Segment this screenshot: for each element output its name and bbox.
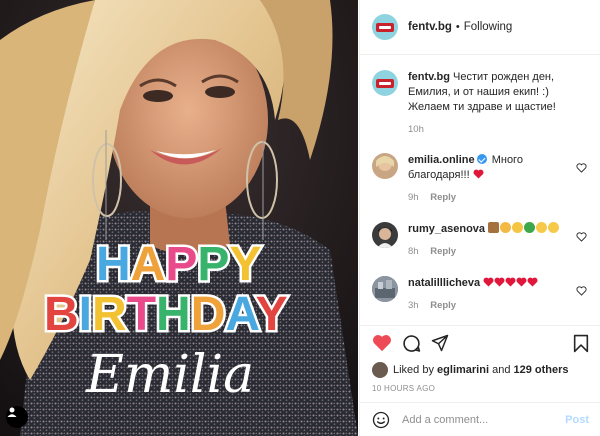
reply-button[interactable]: Reply — [430, 300, 456, 311]
caption-time[interactable]: 10h — [408, 124, 424, 135]
post-actions: Liked by eglimarini and 129 others 10 HO… — [360, 325, 600, 436]
like-comment-heart-icon[interactable] — [576, 163, 587, 173]
headline-letter: H — [156, 288, 191, 341]
reply-button[interactable]: Reply — [430, 246, 456, 257]
headline-letter: H — [96, 238, 131, 291]
caption-avatar[interactable] — [372, 70, 398, 96]
hands-emoji-icon — [500, 222, 512, 233]
post-photo[interactable]: HAPPY BIRTHDAY Emilia — [0, 0, 358, 436]
headline-letter: A — [225, 288, 259, 341]
post-side-panel: fentv.bg • Following fentv.bg Честит рож… — [359, 0, 600, 436]
emilia-script-name: Emilia — [85, 345, 254, 405]
birthday-photo-illustration: HAPPY BIRTHDAY Emilia — [0, 0, 358, 436]
commenter-avatar[interactable] — [372, 222, 398, 248]
kiss-emoji-icon — [548, 222, 560, 233]
red-heart-emoji-icon — [483, 277, 494, 287]
verified-badge-icon — [476, 154, 487, 164]
headline-letter: P — [197, 238, 229, 291]
share-icon[interactable] — [431, 334, 449, 352]
like-comment-heart-icon[interactable] — [576, 286, 587, 296]
headline-letter: T — [127, 288, 156, 341]
red-heart-emoji-icon — [505, 277, 516, 287]
flower-emoji-icon — [512, 222, 524, 233]
headline-letter: R — [92, 288, 127, 341]
headline-letter: P — [165, 238, 197, 291]
heart-icon[interactable] — [372, 334, 392, 352]
like-comment-heart-icon[interactable] — [576, 232, 587, 242]
headline-letter: Y — [229, 238, 261, 291]
commenter-avatar[interactable] — [372, 153, 398, 179]
likes-prefix: Liked by — [393, 364, 434, 376]
comment-username[interactable]: rumy_asenova — [408, 223, 485, 235]
caption-username[interactable]: fentv.bg — [408, 71, 450, 83]
smile-emoji-icon — [536, 222, 548, 233]
comment-time[interactable]: 9h — [408, 192, 419, 203]
header-separator: • — [455, 21, 460, 33]
comment-input[interactable]: Add a comment... — [402, 414, 565, 426]
svg-text:BIRTHDAY: BIRTHDAY — [44, 288, 288, 341]
headline-letter: I — [79, 288, 92, 341]
happy-headline: HAPPY — [94, 236, 264, 294]
hearts-emoji-row — [483, 277, 538, 289]
comment-row: emilia.online Много благодаря!!! 9h Repl… — [360, 153, 600, 205]
post-comment-button[interactable]: Post — [565, 414, 589, 426]
likes-conjunction: and — [492, 364, 511, 376]
comment-composer: Add a comment... Post — [360, 402, 600, 436]
clover-emoji-icon — [524, 222, 536, 233]
comment-icon[interactable] — [402, 334, 421, 353]
liker-avatar[interactable] — [372, 362, 388, 378]
headline-letter: D — [191, 288, 226, 341]
author-avatar[interactable] — [372, 14, 398, 40]
headline-letter: B — [44, 288, 79, 341]
comment-time[interactable]: 3h — [408, 300, 419, 311]
headline-letter: A — [131, 238, 166, 291]
post-header: fentv.bg • Following — [360, 0, 600, 55]
likes-others-link[interactable]: 129 others — [514, 364, 569, 376]
author-username[interactable]: fentv.bg — [408, 21, 452, 33]
red-heart-emoji-icon — [516, 277, 527, 287]
comment-time[interactable]: 8h — [408, 246, 419, 257]
likes-summary: Liked by eglimarini and 129 others — [360, 362, 600, 378]
comment-username[interactable]: natalilllicheva — [408, 277, 480, 289]
headline-letter: Y — [256, 288, 288, 341]
comments-list[interactable]: fentv.bg Честит рожден ден, Емилия, и от… — [360, 56, 600, 322]
bookmark-icon[interactable] — [573, 334, 589, 353]
emoji-row — [488, 222, 560, 235]
reply-button[interactable]: Reply — [430, 192, 456, 203]
post-timestamp[interactable]: 10 HOURS AGO — [360, 384, 600, 393]
comment-row: natalilllicheva 3h Reply — [360, 276, 600, 313]
comment-row: rumy_asenova 8h Reply — [360, 222, 600, 259]
comment-username[interactable]: emilia.online — [408, 154, 475, 166]
red-heart-emoji-icon — [494, 277, 505, 287]
caption: fentv.bg Честит рожден ден, Емилия, и от… — [360, 70, 600, 137]
red-heart-emoji-icon — [473, 169, 484, 179]
tagged-user-icon[interactable] — [6, 406, 28, 428]
commenter-avatar[interactable] — [372, 276, 398, 302]
smiley-icon[interactable] — [372, 411, 390, 429]
liker-username[interactable]: eglimarini — [437, 364, 489, 376]
birthday-headline: BIRTHDAY — [42, 286, 291, 344]
cake-emoji-icon — [488, 222, 500, 233]
red-heart-emoji-icon — [527, 277, 538, 287]
following-button[interactable]: Following — [464, 21, 513, 33]
svg-text:HAPPY: HAPPY — [96, 238, 261, 291]
